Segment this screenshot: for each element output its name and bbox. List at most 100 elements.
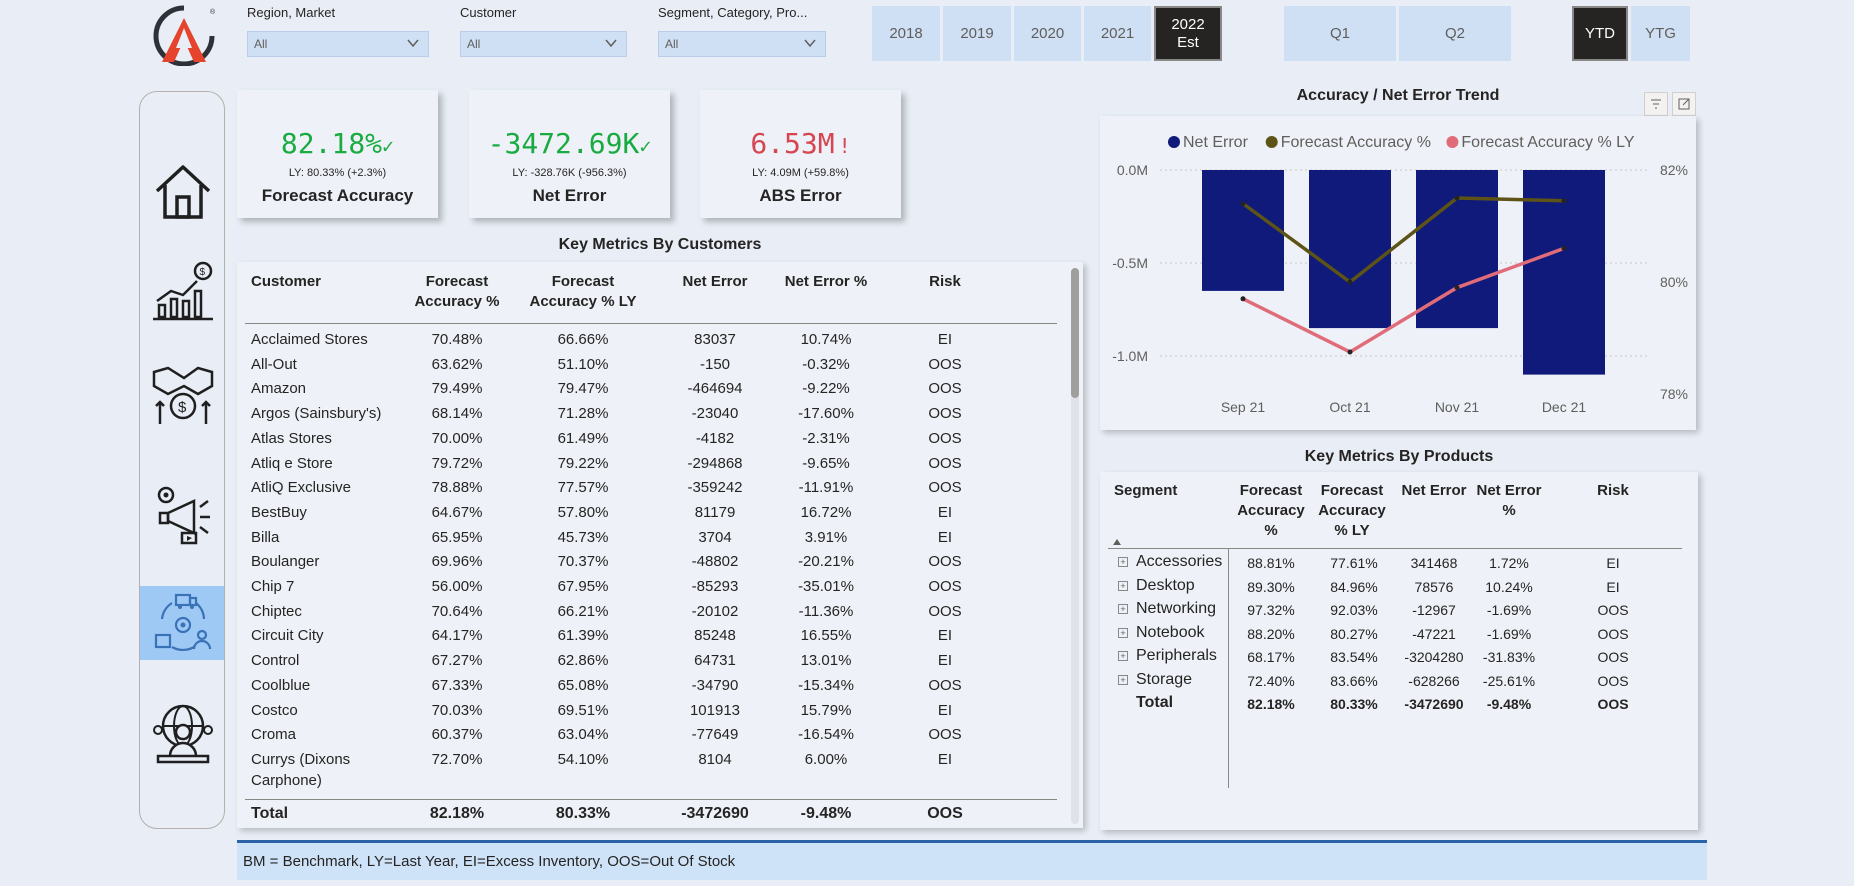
year-2018-button[interactable]: 2018: [872, 6, 940, 61]
table-cell: 51.10%: [557, 355, 609, 373]
region-market-filter[interactable]: Region, Market All: [247, 4, 429, 57]
table-row[interactable]: Control 67.27% 62.86% 64731 13.01% EI: [245, 647, 1057, 672]
expand-icon[interactable]: +: [1118, 604, 1128, 614]
table-row[interactable]: Atlas Stores 70.00% 61.49% -4182 -2.31% OOS: [245, 425, 1057, 450]
scrollbar-thumb[interactable]: [1071, 268, 1079, 398]
column-header[interactable]: Net Error: [665, 272, 765, 292]
quarter-label: Q1: [1329, 24, 1350, 42]
table-cell: 84.96%: [1330, 578, 1378, 595]
y-left-tick: -0.5M: [1112, 255, 1148, 271]
kpi-value-text: 6.53M: [750, 127, 835, 160]
table-cell: 1.72%: [1489, 555, 1529, 571]
column-header[interactable]: Forecast Accuracy % LY: [1312, 481, 1392, 541]
nav-marketing[interactable]: [140, 475, 224, 553]
expand-icon[interactable]: +: [1118, 627, 1128, 638]
quarter-q1-button[interactable]: Q1: [1284, 6, 1396, 61]
nav-finance[interactable]: $: [140, 252, 224, 330]
table-row[interactable]: Croma 60.37% 63.04% -77649 -16.54% OOS: [245, 721, 1057, 746]
table-row[interactable]: Argos (Sainsbury's) 68.14% 71.28% -23040 -17…: [245, 400, 1057, 425]
table-row[interactable]: BestBuy 64.67% 57.80% 81179 16.72% EI: [245, 499, 1057, 524]
table-cell: -4182: [695, 429, 735, 447]
table-cell: -16.54%: [798, 726, 854, 744]
table-cell: -9.65%: [802, 454, 850, 472]
column-header[interactable]: Risk: [1576, 481, 1650, 501]
table-row[interactable]: + Storage 72.40% 83.66% -628266 -25.61% OOS: [1108, 669, 1682, 693]
table-row[interactable]: AtliQ Exclusive 78.88% 77.57% -359242 -11.91…: [245, 474, 1057, 499]
table-cell: -25.61%: [1482, 672, 1536, 689]
year-2019-button[interactable]: 2019: [943, 6, 1011, 61]
table-cell: 65.08%: [557, 676, 609, 694]
nav-home[interactable]: [140, 152, 224, 230]
vertical-scrollbar[interactable]: [1071, 268, 1079, 824]
column-header[interactable]: Net Error %: [771, 272, 881, 292]
total-cell: 80.33%: [555, 805, 611, 822]
table-row[interactable]: Chiptec 70.64% 66.21% -20102 -11.36% OOS: [245, 598, 1057, 623]
table-cell: 78.88%: [431, 479, 483, 497]
table-row[interactable]: Acclaimed Stores 70.48% 66.66% 83037 10.74% E…: [245, 326, 1057, 351]
column-header[interactable]: Net Error %: [1472, 481, 1546, 521]
segment-dropdown[interactable]: All: [658, 31, 826, 57]
year-2021-button[interactable]: 2021: [1084, 6, 1151, 61]
y-left-tick: -1.0M: [1112, 348, 1148, 364]
table-row[interactable]: + Desktop 89.30% 84.96% 78576 10.24% EI: [1108, 575, 1682, 599]
region-market-dropdown[interactable]: All: [247, 31, 429, 57]
filter-icon[interactable]: [1644, 92, 1668, 116]
year-2022-est-button[interactable]: 2022 Est: [1154, 6, 1222, 61]
expand-icon[interactable]: +: [1118, 557, 1128, 567]
table-row[interactable]: Circuit City 64.17% 61.39% 85248 16.55% EI: [245, 622, 1057, 647]
table-cell: 79.49%: [431, 380, 483, 398]
table-cell: OOS: [928, 380, 962, 398]
table-row[interactable]: Costco 70.03% 69.51% 101913 15.79% EI: [245, 697, 1057, 722]
expand-icon[interactable]: +: [1118, 580, 1128, 591]
table-row[interactable]: + Networking 97.32% 92.03% -12967 -1.69% OOS: [1108, 598, 1682, 622]
expand-icon[interactable]: +: [1118, 674, 1128, 685]
table-row[interactable]: Billa 65.95% 45.73% 3704 3.91% EI: [245, 524, 1057, 549]
column-header[interactable]: Segment: [1114, 481, 1177, 501]
segment-name: Accessories: [1136, 553, 1223, 570]
table-row[interactable]: + Accessories 88.81% 77.61% 341468 1.72% EI: [1108, 551, 1682, 575]
customer-dropdown[interactable]: All: [460, 31, 627, 57]
nav-supply-chain[interactable]: [140, 586, 224, 660]
column-header[interactable]: Forecast Accuracy %: [407, 272, 507, 312]
home-icon: [155, 165, 211, 219]
expand-icon[interactable]: +: [1118, 651, 1128, 661]
table-row[interactable]: + Notebook 88.20% 80.27% -47221 -1.69% OOS: [1108, 622, 1682, 646]
table-cell: 57.80%: [557, 503, 609, 521]
year-2020-button[interactable]: 2020: [1014, 6, 1081, 61]
x-tick-label: Dec 21: [1542, 399, 1587, 415]
nav-executive[interactable]: [140, 694, 224, 772]
column-header[interactable]: Forecast Accuracy % LY: [527, 272, 639, 312]
table-cell: 70.00%: [431, 429, 483, 447]
total-cell: 80.33%: [1330, 696, 1378, 712]
table-row[interactable]: Amazon 79.49% 79.47% -464694 -9.22% OOS: [245, 375, 1057, 400]
table-row[interactable]: + Peripherals 68.17% 83.54% -3204280 -31.83% O…: [1108, 645, 1682, 669]
table-row[interactable]: Coolblue 67.33% 65.08% -34790 -15.34% OOS: [245, 672, 1057, 697]
table-row[interactable]: Chip 7 56.00% 67.95% -85293 -35.01% OOS: [245, 573, 1057, 598]
quarter-q2-button[interactable]: Q2: [1399, 6, 1511, 61]
segment-filter[interactable]: Segment, Category, Pro... All: [658, 4, 826, 57]
table-cell: EI: [1606, 578, 1620, 595]
table-cell: OOS: [1597, 649, 1629, 665]
column-header[interactable]: Net Error: [1394, 481, 1474, 501]
column-header[interactable]: Forecast Accuracy %: [1234, 481, 1308, 541]
column-header[interactable]: Risk: [895, 272, 995, 292]
ytg-button[interactable]: YTG: [1631, 6, 1690, 61]
customer-name: Amazon: [251, 380, 307, 398]
nav-sales[interactable]: $: [140, 355, 224, 433]
table-cell: 70.48%: [431, 331, 483, 348]
kpi-last-year: LY: -328.76K (-956.3%): [512, 167, 627, 179]
period-label: YTG: [1645, 24, 1676, 42]
customer-filter[interactable]: Customer All: [460, 4, 627, 57]
focus-mode-icon[interactable]: [1672, 92, 1696, 116]
sort-ascending-icon[interactable]: [1112, 538, 1122, 546]
table-row[interactable]: Atliq e Store 79.72% 79.22% -294868 -9.65% OO…: [245, 450, 1057, 475]
table-cell: -20102: [691, 602, 739, 620]
table-row[interactable]: Boulanger 69.96% 70.37% -48802 -20.21% OOS: [245, 548, 1057, 573]
customers-table-title: Key Metrics By Customers: [558, 236, 762, 253]
column-header[interactable]: Customer: [251, 272, 321, 292]
table-cell: -17.60%: [798, 405, 854, 423]
supply-chain-icon: [154, 593, 212, 652]
ytd-button[interactable]: YTD: [1572, 6, 1628, 61]
table-row[interactable]: All-Out 63.62% 51.10% -150 -0.32% OOS: [245, 351, 1057, 376]
table-cell: 66.66%: [557, 331, 609, 348]
